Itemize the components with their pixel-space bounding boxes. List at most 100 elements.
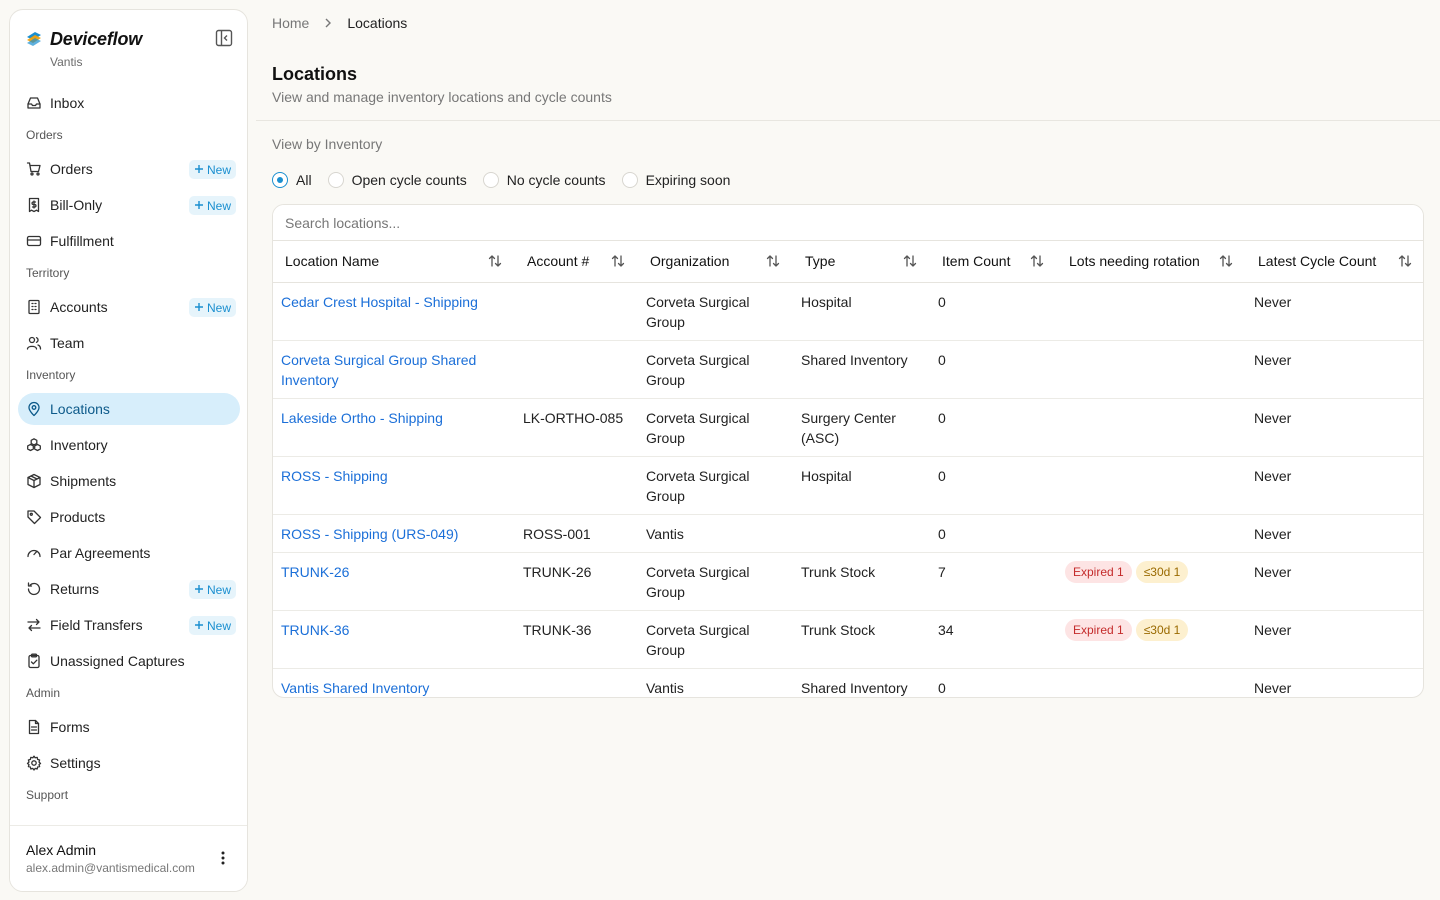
sort-icon[interactable] — [610, 253, 626, 269]
column-header[interactable]: Latest Cycle Count — [1246, 241, 1423, 283]
map-pin-icon — [26, 401, 42, 417]
sort-icon[interactable] — [487, 253, 503, 269]
column-header[interactable]: Lots needing rotation — [1057, 241, 1246, 283]
new-accounts-button[interactable]: New — [188, 298, 236, 317]
lots-needing-rotation — [1057, 514, 1246, 553]
sidebar-item-label: Fulfillment — [50, 233, 114, 249]
app-name: Deviceflow — [50, 28, 143, 49]
sidebar-item-products[interactable]: Products — [18, 501, 240, 533]
filter-radio-all[interactable]: All — [272, 170, 312, 190]
clipboard-check-icon — [26, 653, 42, 669]
column-header[interactable]: Location Name — [273, 241, 515, 283]
radio-label: Expiring soon — [645, 172, 731, 188]
sort-icon[interactable] — [765, 253, 781, 269]
filter-radio-expiring-soon[interactable]: Expiring soon — [621, 170, 731, 190]
sidebar-item-label: Inventory — [50, 437, 108, 453]
lots-needing-rotation: Expired 1 ≤30d 1 — [1057, 610, 1246, 669]
new-bill-only-button[interactable]: New — [188, 196, 236, 215]
organization: Corveta Surgical Group — [638, 340, 793, 399]
sidebar-item-inventory[interactable]: Inventory — [18, 429, 240, 461]
sidebar-item-shipments[interactable]: Shipments — [18, 465, 240, 497]
table-row[interactable]: Corveta Surgical Group Shared Inventory C… — [273, 340, 1423, 399]
sidebar-item-locations[interactable]: Locations — [18, 393, 240, 425]
radio-label: All — [296, 172, 312, 188]
location-name-link[interactable]: Corveta Surgical Group Shared Inventory — [273, 340, 515, 399]
sidebar-item-field-transfers[interactable]: Field Transfers New — [18, 609, 240, 641]
table-row[interactable]: Lakeside Ortho - Shipping LK-ORTHO-085 Cor… — [273, 398, 1423, 457]
filter-radio-no-cycle-counts[interactable]: No cycle counts — [482, 170, 606, 190]
latest-cycle-count: Never — [1246, 514, 1423, 553]
sidebar-item-par-agreements[interactable]: Par Agreements — [18, 537, 240, 569]
location-name-link[interactable]: TRUNK-26 — [273, 552, 515, 611]
new-orders-button[interactable]: New — [188, 160, 236, 179]
table-row[interactable]: Cedar Crest Hospital - Shipping Corveta S… — [273, 282, 1423, 341]
radio-dot[interactable] — [621, 172, 638, 188]
inbox-icon — [26, 95, 42, 111]
table-header-row: Location Name Account # Organization Type It… — [273, 241, 1423, 283]
radio-dot[interactable] — [482, 172, 499, 188]
sidebar-item-bill-only[interactable]: Bill-Only New — [18, 189, 240, 221]
table-row[interactable]: ROSS - Shipping Corveta Surgical Group Hos… — [273, 456, 1423, 515]
lots-needing-rotation: Expired 1 ≤30d 1 — [1057, 552, 1246, 611]
column-header[interactable]: Item Count — [930, 241, 1057, 283]
table-row[interactable]: TRUNK-26 TRUNK-26 Corveta Surgical Group Tr… — [273, 552, 1423, 611]
latest-cycle-count: Never — [1246, 340, 1423, 399]
column-header[interactable]: Organization — [638, 241, 793, 283]
new-field-transfers-button[interactable]: New — [188, 616, 236, 635]
sidebar-item-settings[interactable]: Settings — [18, 747, 240, 779]
radio-dot[interactable] — [327, 172, 344, 188]
new-returns-button[interactable]: New — [188, 580, 236, 599]
table-row[interactable]: ROSS - Shipping (URS-049) ROSS-001 Vantis 0… — [273, 514, 1423, 553]
users-icon — [26, 335, 42, 351]
divider — [256, 120, 1440, 121]
location-name-link[interactable]: Lakeside Ortho - Shipping — [273, 398, 515, 457]
location-name-link[interactable]: ROSS - Shipping — [273, 456, 515, 515]
search-input[interactable] — [273, 205, 1423, 241]
sidebar-item-label: Bill-Only — [50, 197, 103, 213]
rotate-ccw-icon — [26, 581, 42, 597]
table-row[interactable]: Vantis Shared Inventory Vantis Shared Inve… — [273, 668, 1423, 697]
new-badge-label: New — [206, 198, 231, 213]
column-header-label: Location Name — [285, 253, 380, 270]
radio-label: No cycle counts — [506, 172, 606, 188]
location-name-link[interactable]: ROSS - Shipping (URS-049) — [273, 514, 515, 553]
plus-icon — [194, 619, 204, 633]
collapse-sidebar-icon[interactable] — [215, 29, 233, 47]
location-type: Hospital — [793, 282, 930, 341]
page-title: Locations — [272, 64, 358, 84]
brand[interactable]: Deviceflow — [26, 28, 142, 50]
sidebar-item-inbox[interactable]: Inbox — [18, 87, 240, 119]
sort-icon[interactable] — [1397, 253, 1413, 269]
sidebar-item-orders[interactable]: Orders New — [18, 153, 240, 185]
sidebar-item-team[interactable]: Team — [18, 327, 240, 359]
sort-icon[interactable] — [1218, 253, 1234, 269]
column-header[interactable]: Type — [793, 241, 930, 283]
sidebar-item-forms[interactable]: Forms — [18, 711, 240, 743]
sidebar-item-accounts[interactable]: Accounts New — [18, 291, 240, 323]
sort-icon[interactable] — [902, 253, 918, 269]
sidebar: Deviceflow Vantis Inbox Orders Orders New Bi… — [9, 9, 248, 892]
column-header-label: Lots needing rotation — [1069, 253, 1200, 270]
item-count: 0 — [938, 679, 946, 696]
location-type: Trunk Stock — [793, 610, 930, 669]
item-count: 0 — [930, 514, 1057, 553]
sort-icon[interactable] — [1029, 253, 1045, 269]
sidebar-item-returns[interactable]: Returns New — [18, 573, 240, 605]
truck-icon — [26, 233, 42, 249]
breadcrumb-home[interactable]: Home — [272, 15, 309, 31]
account-number: ROSS-001 — [515, 514, 638, 553]
filter-radio-group: All Open cycle counts No cycle counts Expir… — [272, 170, 730, 190]
location-name-link[interactable]: Cedar Crest Hospital - Shipping — [273, 282, 515, 341]
filter-radio-open-cycle-counts[interactable]: Open cycle counts — [327, 170, 467, 190]
table-row[interactable]: TRUNK-36 TRUNK-36 Corveta Surgical Group Tr… — [273, 610, 1423, 669]
more-vertical-icon[interactable] — [215, 850, 231, 866]
sidebar-item-fulfillment[interactable]: Fulfillment — [18, 225, 240, 257]
location-name-link[interactable]: TRUNK-36 — [273, 610, 515, 669]
sidebar-item-label: Team — [50, 335, 85, 351]
column-header[interactable]: Account # — [515, 241, 638, 283]
sidebar-item-unassigned-captures[interactable]: Unassigned Captures — [18, 645, 240, 677]
radio-dot[interactable] — [272, 172, 288, 188]
organization: Vantis — [638, 514, 793, 553]
user-footer[interactable]: Alex Admin alex.admin@vantismedical.com — [10, 825, 247, 891]
location-name-link[interactable]: Vantis Shared Inventory — [273, 668, 515, 697]
